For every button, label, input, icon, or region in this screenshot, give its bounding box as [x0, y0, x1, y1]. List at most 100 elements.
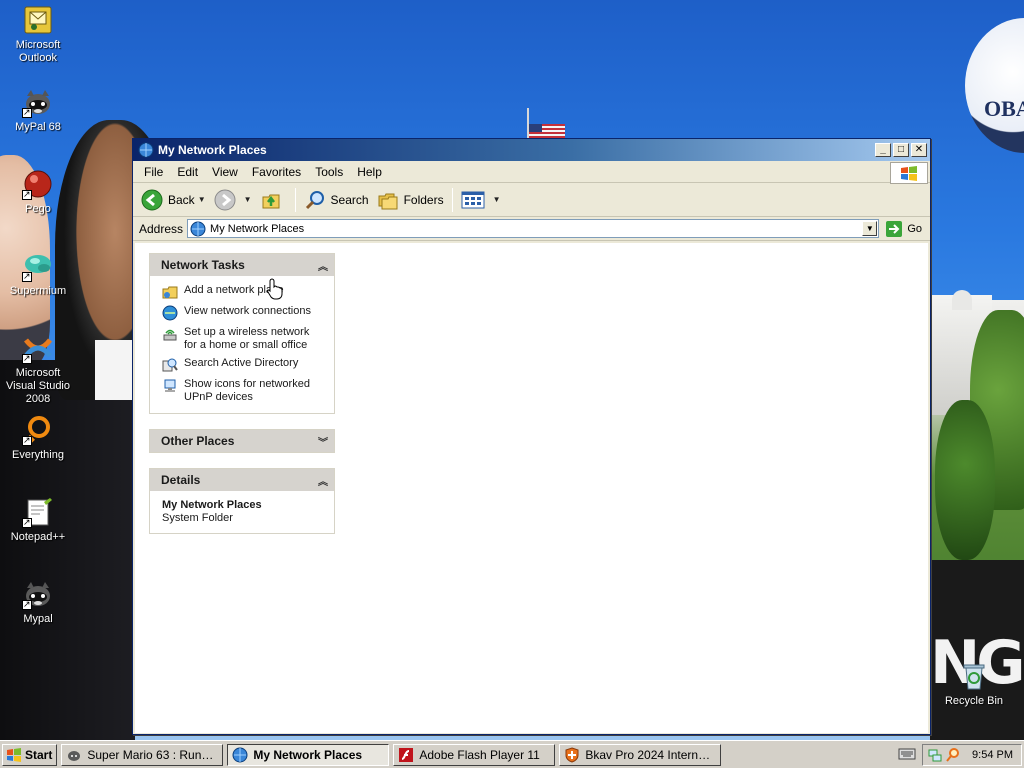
- task-label: View network connections: [184, 305, 311, 317]
- menu-help[interactable]: Help: [350, 165, 389, 179]
- panel-title: Details: [161, 473, 201, 487]
- desktop-icon-notepadpp[interactable]: Notepad++: [0, 496, 76, 544]
- desktop-icon-label: Notepad++: [10, 531, 66, 543]
- bkav-shield-icon: [565, 746, 579, 763]
- supermium-icon: [22, 250, 54, 283]
- task-label: Set up a wireless network for a home or …: [184, 326, 310, 351]
- desktop-icon-label: Pego: [25, 203, 51, 215]
- folders-label: Folders: [403, 192, 444, 207]
- start-button[interactable]: Start: [2, 743, 58, 766]
- search-tray-icon[interactable]: [945, 747, 961, 763]
- collapse-chevron-icon[interactable]: ︽: [318, 258, 328, 273]
- desktop-icon-label: Microsoft Visual Studio 2008: [5, 367, 70, 405]
- campaign-logo-text: OBA: [984, 96, 1024, 121]
- wireless-network-icon: [163, 329, 177, 341]
- forward-button[interactable]: ▼: [210, 186, 256, 214]
- desktop-icon-label: Everything: [12, 449, 64, 461]
- taskbar-item-bkav-pro[interactable]: Bkav Pro 2024 Internet ...: [559, 743, 722, 766]
- other-places-header[interactable]: Other Places ︾: [150, 430, 334, 452]
- network-tasks-header[interactable]: Network Tasks ︽: [150, 254, 334, 276]
- folders-icon: [378, 193, 398, 209]
- task-label: Search Active Directory: [184, 357, 299, 369]
- chevron-down-icon[interactable]: ▼: [493, 195, 501, 204]
- window-titlebar[interactable]: My Network Places _ □ ✕: [133, 139, 930, 161]
- network-tray-icon[interactable]: [927, 747, 943, 763]
- go-arrow-icon: [886, 220, 903, 237]
- address-dropdown-button[interactable]: ▼: [862, 221, 878, 236]
- forward-arrow-icon: [214, 189, 236, 210]
- menu-bar: File Edit View Favorites Tools Help: [133, 161, 930, 184]
- desktop-icon-label: Microsoft Outlook: [15, 39, 61, 64]
- everything-icon: [22, 414, 54, 447]
- desktop-icon-outlook[interactable]: Microsoft Outlook: [0, 4, 76, 65]
- menu-tools[interactable]: Tools: [308, 165, 350, 179]
- go-label: Go: [907, 222, 922, 235]
- close-button[interactable]: ✕: [911, 143, 927, 157]
- desktop-icon-label: Recycle Bin: [944, 695, 1004, 707]
- back-arrow-icon: [141, 189, 163, 210]
- folder-content-area[interactable]: Network Tasks ︽ Add a network place View…: [135, 243, 928, 733]
- keyboard-icon[interactable]: [898, 747, 916, 761]
- address-label: Address: [139, 221, 184, 236]
- standard-toolbar: Back ▼ ▼ Search Folders ▼: [133, 183, 930, 217]
- menu-edit[interactable]: Edit: [170, 165, 205, 179]
- views-button[interactable]: ▼: [457, 186, 505, 214]
- task-setup-wireless-network[interactable]: Set up a wireless network for a home or …: [162, 326, 324, 352]
- go-button[interactable]: Go: [879, 220, 930, 238]
- address-input[interactable]: My Network Places ▼: [187, 219, 880, 238]
- other-places-panel: Other Places ︾: [149, 429, 335, 453]
- details-type: System Folder: [162, 512, 233, 524]
- taskbar-item-super-mario[interactable]: Super Mario 63 : Runou...: [61, 743, 224, 766]
- search-directory-icon: [162, 358, 178, 372]
- visual-studio-icon: [22, 332, 54, 365]
- taskbar-item-flash-player[interactable]: Adobe Flash Player 11: [393, 743, 556, 766]
- maximize-button[interactable]: □: [893, 143, 909, 157]
- task-add-network-place[interactable]: Add a network place: [162, 284, 324, 300]
- toolbar-separator: [451, 187, 453, 212]
- windows-logo-icon: [890, 162, 928, 184]
- person-shirt: [95, 340, 135, 400]
- explorer-window[interactable]: My Network Places _ □ ✕ File Edit View F…: [132, 138, 931, 735]
- menu-file[interactable]: File: [137, 165, 170, 179]
- hand-pointer-icon: [267, 278, 283, 300]
- task-search-active-directory[interactable]: Search Active Directory: [162, 357, 324, 373]
- folders-button[interactable]: Folders: [373, 186, 448, 214]
- up-folder-icon: [262, 194, 280, 208]
- taskbar-item-label: Super Mario 63 : Runou...: [87, 747, 219, 762]
- window-title: My Network Places: [158, 143, 267, 157]
- upnp-devices-icon: [164, 379, 176, 392]
- desktop-icon-recycle-bin[interactable]: Recycle Bin: [936, 660, 1012, 708]
- back-button[interactable]: Back ▼: [137, 186, 210, 214]
- minimize-button[interactable]: _: [875, 143, 891, 157]
- desktop-icon-label: Mypal: [23, 613, 53, 625]
- task-label: Show icons for networked UPnP devices: [184, 378, 310, 403]
- flash-player-icon: [399, 747, 414, 762]
- task-view-network-connections[interactable]: View network connections: [162, 305, 324, 321]
- details-header[interactable]: Details ︽: [150, 469, 334, 491]
- desktop-icon-supermium[interactable]: Supermium: [0, 250, 76, 298]
- taskbar-item-my-network-places[interactable]: My Network Places: [227, 743, 390, 766]
- desktop-icon-visual-studio[interactable]: Microsoft Visual Studio 2008: [0, 332, 76, 406]
- expand-chevron-icon[interactable]: ︾: [318, 434, 328, 449]
- collapse-chevron-icon[interactable]: ︽: [318, 473, 328, 488]
- menu-view[interactable]: View: [205, 165, 245, 179]
- search-icon: [305, 190, 324, 209]
- desktop-icon-mypal-68[interactable]: MyPal 68: [0, 86, 76, 134]
- desktop-icon-everything[interactable]: Everything: [0, 414, 76, 462]
- search-label: Search: [330, 192, 369, 207]
- start-label: Start: [25, 747, 53, 762]
- up-folder-button[interactable]: [256, 186, 291, 214]
- chevron-down-icon[interactable]: ▼: [244, 195, 252, 204]
- details-name: My Network Places: [162, 499, 262, 511]
- taskbar-item-label: My Network Places: [253, 747, 363, 762]
- windows-logo-icon: [7, 747, 21, 762]
- network-connections-icon: [162, 305, 178, 321]
- search-button[interactable]: Search: [300, 186, 373, 214]
- chevron-down-icon[interactable]: ▼: [198, 195, 206, 204]
- desktop-icon-mypal[interactable]: Mypal: [0, 578, 76, 626]
- mypal-icon: [22, 86, 54, 119]
- desktop-icon-pego[interactable]: Pego: [0, 168, 76, 216]
- task-show-upnp-icons[interactable]: Show icons for networked UPnP devices: [162, 378, 324, 404]
- clock[interactable]: 9:54 PM: [972, 749, 1013, 761]
- menu-favorites[interactable]: Favorites: [245, 165, 308, 179]
